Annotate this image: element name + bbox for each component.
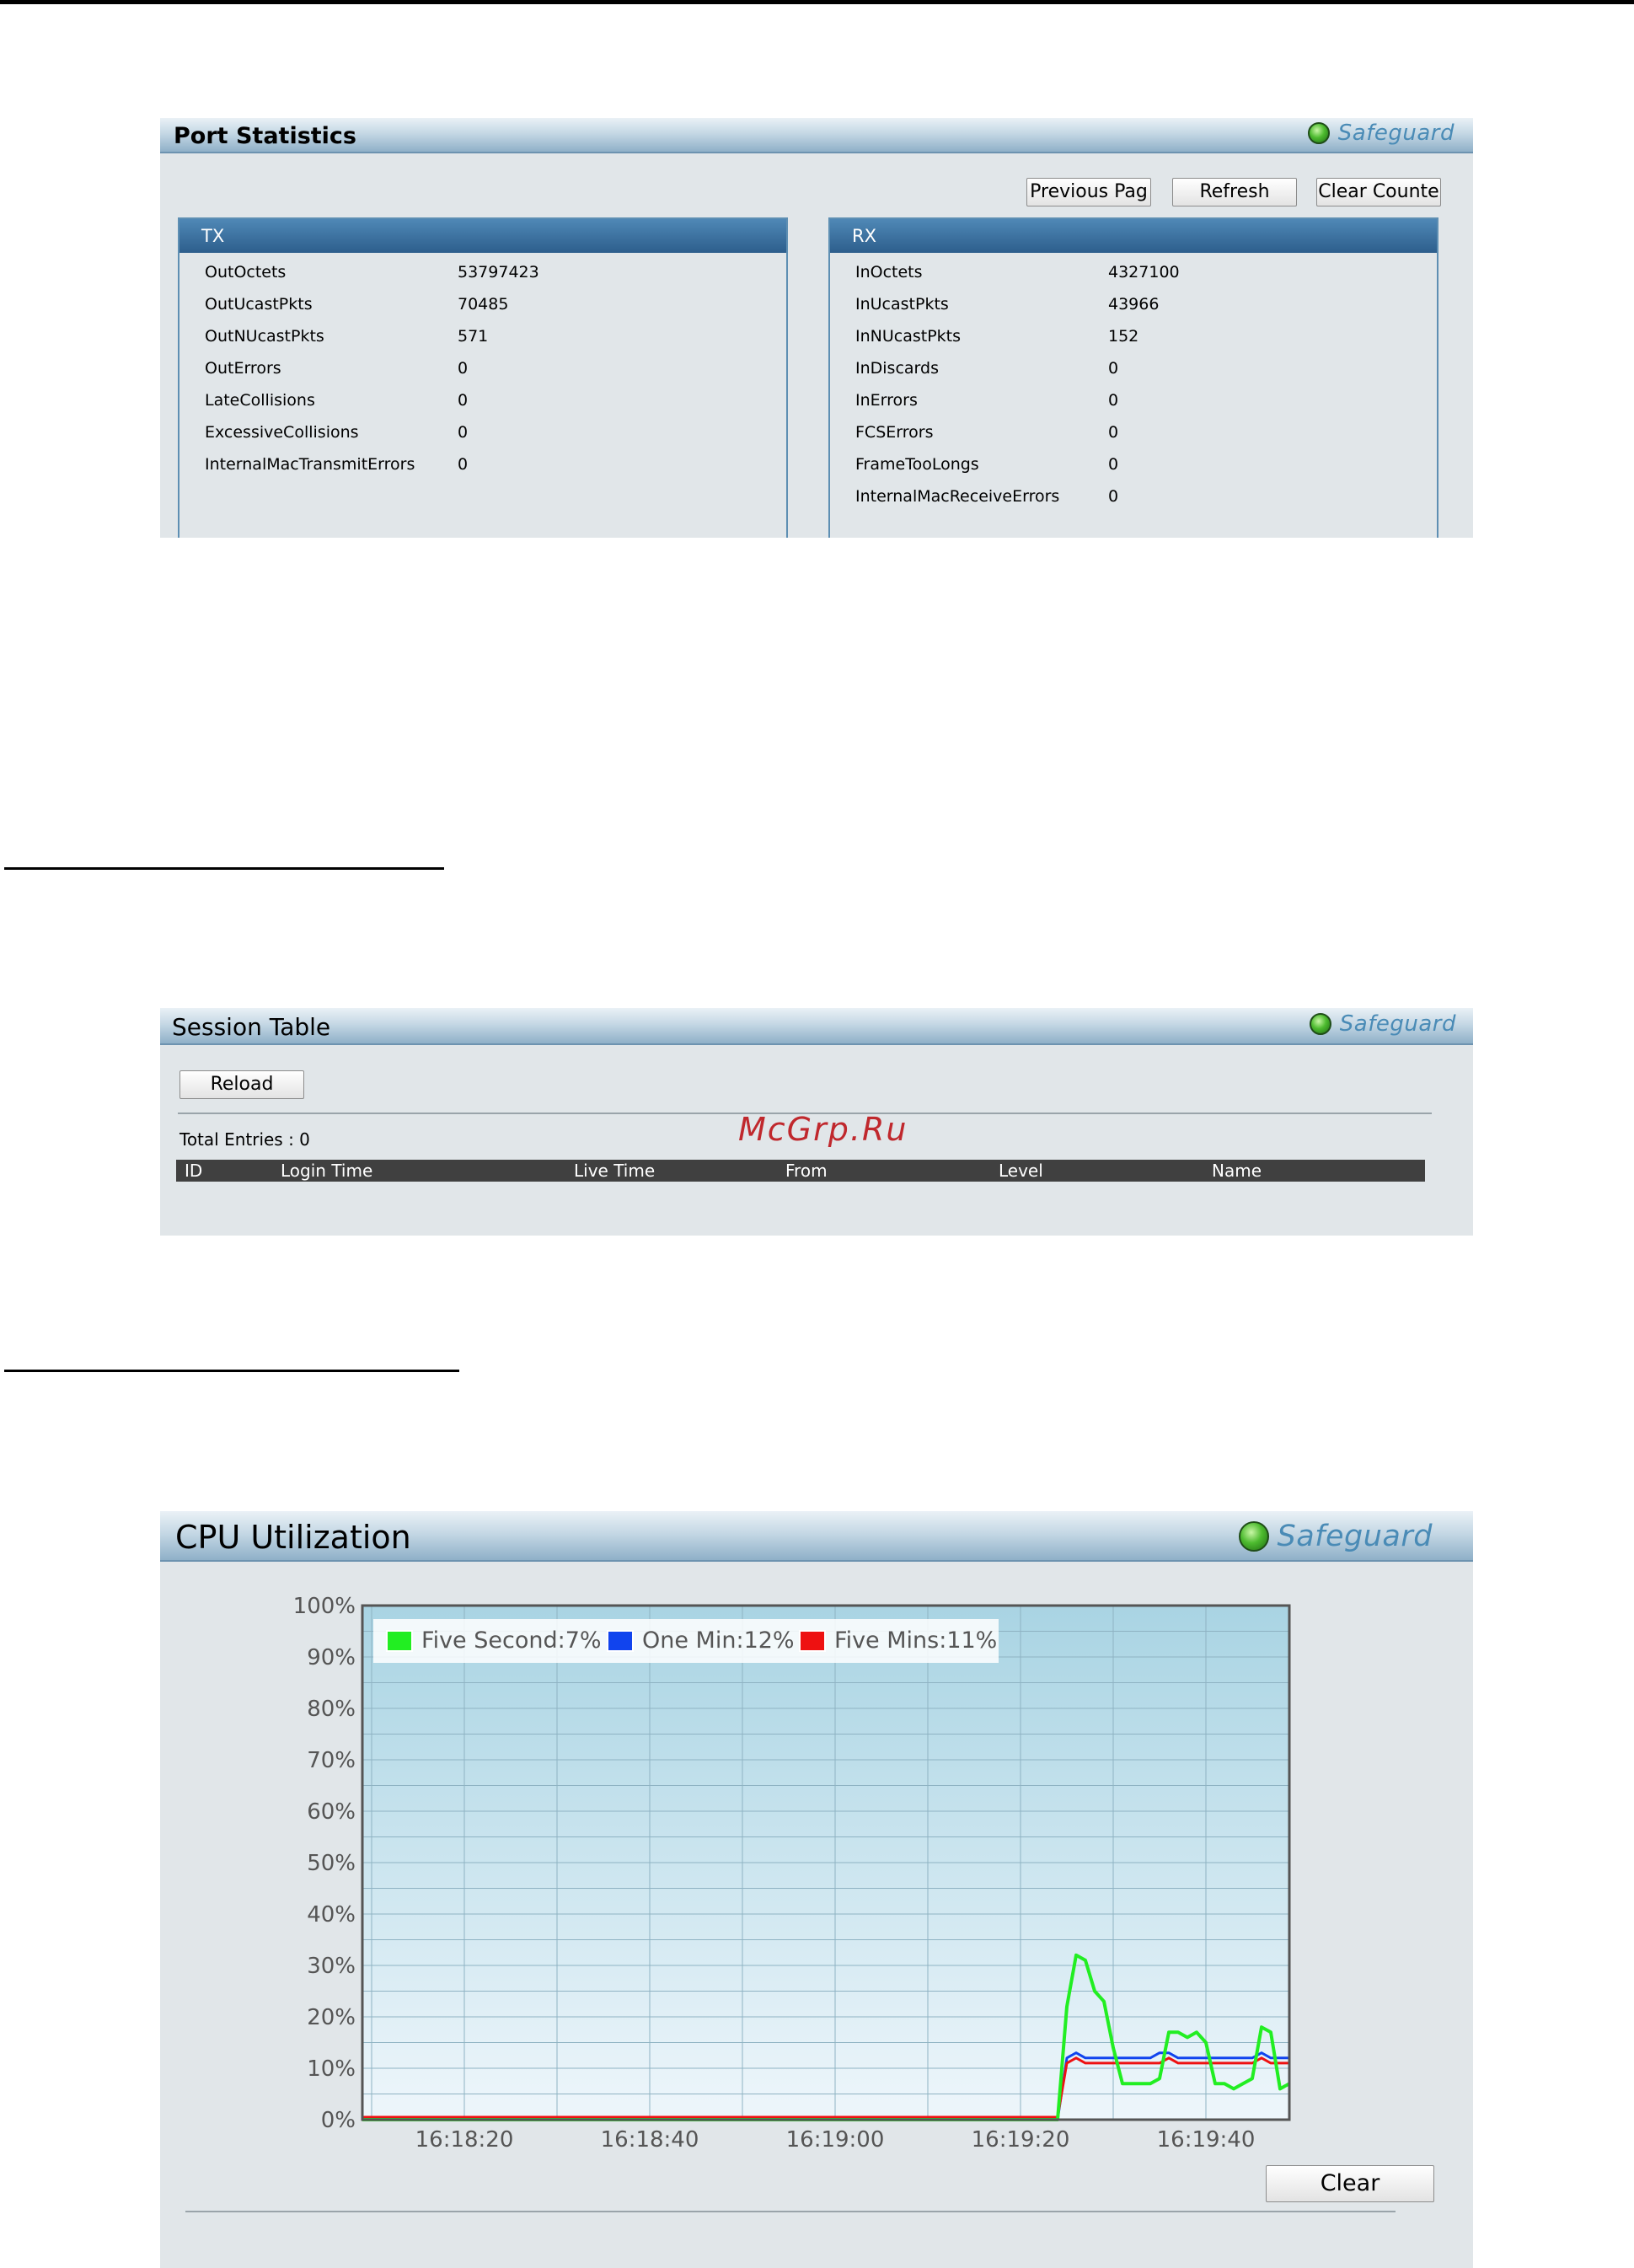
stat-name: OutNUcastPkts [205, 327, 324, 346]
tx-box: TX OutOctets 53797423 OutUcastPkts 70485 Out… [178, 217, 788, 538]
y-tick-label: 90% [307, 1645, 356, 1670]
stat-value: 0 [1108, 423, 1119, 442]
x-tick-label: 16:19:20 [972, 2127, 1070, 2152]
tx-header: TX [179, 219, 786, 253]
stat-name: InUcastPkts [855, 295, 949, 314]
y-tick-label: 30% [307, 1954, 356, 1979]
stat-value: 43966 [1108, 295, 1160, 314]
y-tick-label: 80% [307, 1697, 356, 1722]
column-header-name: Name [1212, 1161, 1262, 1181]
legend-label-five-mins: Five Mins:11% [834, 1627, 998, 1654]
y-tick-label: 40% [307, 1902, 356, 1928]
panel-title: Session Table [172, 1013, 331, 1041]
stat-value: 70485 [458, 295, 509, 314]
column-header-live-time: Live Time [574, 1161, 656, 1181]
stat-name: OutErrors [205, 359, 281, 378]
stat-name: OutUcastPkts [205, 295, 313, 314]
stat-value: 0 [1108, 455, 1119, 474]
legend-swatch-five-second [386, 1629, 413, 1652]
column-header-from: From [785, 1161, 828, 1181]
legend-swatch-one-min [607, 1629, 634, 1652]
stat-name: InDiscards [855, 359, 939, 378]
session-table-column-headers: ID Login Time Live Time From Level Name [176, 1160, 1425, 1182]
total-entries: Total Entries : 0 [179, 1129, 310, 1150]
safeguard-status-icon [1307, 122, 1330, 144]
watermark: McGrp.Ru [738, 1111, 908, 1148]
reload-button[interactable]: Reload [179, 1070, 304, 1099]
cpu-utilization-panel: CPU Utilization Safeguard 0% 10% 20% 30% 40%… [160, 1511, 1473, 2268]
column-header-id: ID [185, 1161, 203, 1181]
stat-value: 0 [458, 423, 469, 442]
stat-name: OutOctets [205, 263, 287, 281]
safeguard-status-icon [1309, 1013, 1331, 1035]
legend-swatch-five-mins [799, 1629, 826, 1652]
stat-name: InNUcastPkts [855, 327, 962, 346]
port-statistics-header: Port Statistics Safeguard [160, 118, 1473, 153]
safeguard-indicator: Safeguard [1307, 121, 1455, 146]
legend-label-five-second: Five Second:7% [421, 1627, 602, 1654]
divider [185, 2211, 1396, 2212]
y-tick-label: 50% [307, 1851, 356, 1876]
page-top-border [0, 0, 1634, 4]
stat-name: InOctets [855, 263, 923, 281]
legend-five-second: Five Second:7% [386, 1627, 602, 1654]
legend-label-one-min: One Min:12% [642, 1627, 795, 1654]
y-tick-label: 10% [307, 2056, 356, 2082]
stat-name: InErrors [855, 391, 918, 410]
stat-value: 0 [458, 455, 469, 474]
rx-header: RX [830, 219, 1437, 253]
stat-value: 152 [1108, 327, 1139, 346]
section-divider [4, 867, 444, 870]
x-tick-label: 16:18:20 [415, 2127, 514, 2152]
stat-name: FrameTooLongs [855, 455, 979, 474]
y-tick-label: 70% [307, 1748, 356, 1773]
panel-title: Port Statistics [174, 123, 357, 149]
refresh-button[interactable]: Refresh [1172, 178, 1297, 206]
y-tick-label: 60% [307, 1799, 356, 1825]
previous-page-button[interactable]: Previous Pag [1026, 178, 1151, 206]
rx-box: RX InOctets 4327100 InUcastPkts 43966 InNUca… [828, 217, 1438, 538]
safeguard-indicator: Safeguard [1309, 1011, 1456, 1037]
x-tick-label: 16:19:00 [786, 2127, 885, 2152]
section-divider [4, 1370, 459, 1372]
stat-name: FCSErrors [855, 423, 934, 442]
stat-value: 571 [458, 327, 489, 346]
legend-five-mins: Five Mins:11% [799, 1627, 997, 1654]
clear-counters-button[interactable]: Clear Counte [1316, 178, 1441, 206]
stat-name: InternalMacTransmitErrors [205, 455, 415, 474]
x-tick-label: 16:19:40 [1157, 2127, 1256, 2152]
safeguard-label: Safeguard [1339, 1011, 1456, 1037]
stat-name: InternalMacReceiveErrors [855, 487, 1060, 506]
safeguard-label: Safeguard [1337, 121, 1455, 146]
session-table-header: Session Table Safeguard [160, 1008, 1473, 1045]
clear-button[interactable]: Clear [1266, 2165, 1434, 2202]
stat-name: LateCollisions [205, 391, 315, 410]
column-header-level: Level [999, 1161, 1043, 1181]
stat-value: 0 [1108, 391, 1119, 410]
port-statistics-panel: Port Statistics Safeguard Previous Pag R… [160, 118, 1473, 538]
stat-value: 0 [1108, 359, 1119, 378]
y-tick-label: 20% [307, 2005, 356, 2030]
column-header-login-time: Login Time [281, 1161, 373, 1181]
stat-value: 0 [458, 391, 469, 410]
stat-name: ExcessiveCollisions [205, 423, 359, 442]
stat-value: 0 [458, 359, 469, 378]
stat-value: 53797423 [458, 263, 539, 281]
y-tick-label: 100% [293, 1594, 356, 1619]
y-tick-label: 0% [321, 2108, 356, 2133]
legend-one-min: One Min:12% [607, 1627, 795, 1654]
x-tick-label: 16:18:40 [601, 2127, 699, 2152]
stat-value: 4327100 [1108, 263, 1180, 281]
stat-value: 0 [1108, 487, 1119, 506]
cpu-utilization-chart: 0% 10% 20% 30% 40% 50% 60% 70% 80% 90% 100% 16:18:… [293, 1594, 1291, 2152]
